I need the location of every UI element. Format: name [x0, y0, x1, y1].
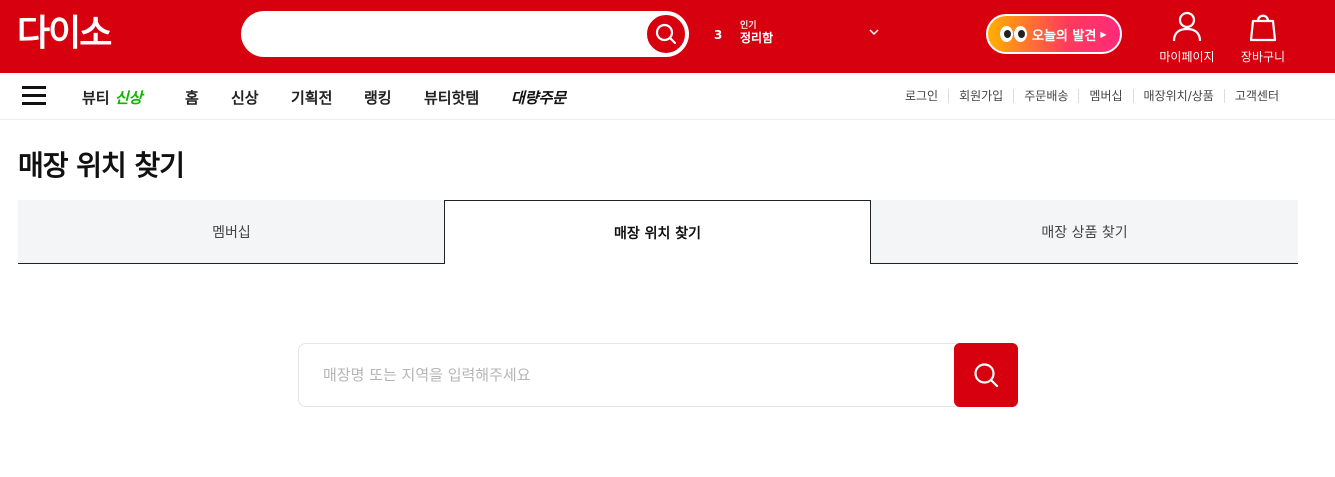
chevron-down-icon[interactable] [868, 26, 880, 38]
play-arrow-icon: ▶ [1100, 29, 1107, 39]
header-search [241, 11, 689, 57]
shopping-bag-icon [1249, 14, 1277, 42]
tab-bar: 멤버십 매장 위치 찾기 매장 상품 찾기 [18, 200, 1298, 264]
ranking-keyword: 정리함 [740, 31, 774, 45]
beauty-suffix: 신상 [114, 89, 143, 107]
cart-button[interactable]: 장바구니 [1232, 10, 1294, 68]
my-page-button[interactable]: 마이페이지 [1156, 10, 1218, 68]
nav-ranking[interactable]: 랭킹 [364, 87, 392, 108]
store-location-link[interactable]: 매장위치/상품 [1132, 89, 1224, 103]
customer-center-link[interactable]: 고객센터 [1223, 89, 1289, 103]
popular-ranking[interactable]: 3 인기 정리함 [712, 16, 884, 52]
header-search-button[interactable] [645, 13, 687, 55]
eyes-icon [1000, 26, 1028, 42]
store-search-input[interactable] [298, 343, 968, 407]
daiso-logo[interactable]: 다이소 [17, 14, 112, 54]
nav-beauty-hot[interactable]: 뷰티핫템 [424, 87, 479, 108]
page-title: 매장 위치 찾기 [18, 149, 185, 182]
nav-promotion[interactable]: 기획전 [291, 87, 332, 108]
tab-store-products[interactable]: 매장 상품 찾기 [871, 200, 1298, 264]
search-icon [655, 23, 677, 45]
tab-membership[interactable]: 멤버십 [18, 200, 445, 264]
login-link[interactable]: 로그인 [895, 89, 948, 103]
nav-new[interactable]: 신상 [231, 87, 259, 108]
hamburger-icon[interactable] [22, 86, 46, 106]
today-discover-button[interactable]: 오늘의 발견 ▶ [986, 14, 1122, 54]
header-search-input[interactable] [261, 19, 641, 49]
tab-store-location[interactable]: 매장 위치 찾기 [444, 200, 871, 264]
user-icon [1172, 11, 1202, 42]
store-search-button[interactable] [954, 343, 1018, 407]
nav-beauty-new[interactable]: 뷰티 신상 [82, 87, 142, 108]
signup-link[interactable]: 회원가입 [948, 89, 1013, 103]
nav-bulk-order[interactable]: 대량주문 [511, 87, 566, 108]
membership-link[interactable]: 멤버십 [1078, 89, 1132, 103]
utility-links: 로그인 회원가입 주문배송 멤버십 매장위치/상품 고객센터 [895, 89, 1289, 103]
main-nav: 뷰티 신상 홈 신상 기획전 랭킹 뷰티핫템 대량주문 로그인 회원가입 주문배… [0, 73, 1335, 120]
cart-label: 장바구니 [1240, 50, 1286, 64]
nav-home[interactable]: 홈 [185, 87, 199, 108]
search-icon [974, 363, 999, 388]
ranking-number: 3 [714, 28, 723, 42]
order-delivery-link[interactable]: 주문배송 [1013, 89, 1078, 103]
beauty-prefix: 뷰티 [82, 89, 110, 107]
discover-label: 오늘의 발견 [1032, 28, 1097, 44]
my-page-label: 마이페이지 [1159, 50, 1215, 64]
store-search [298, 343, 1018, 407]
top-header: 다이소 3 인기 정리함 오늘의 발견 ▶ 마이페이지 장바구니 [0, 0, 1335, 73]
